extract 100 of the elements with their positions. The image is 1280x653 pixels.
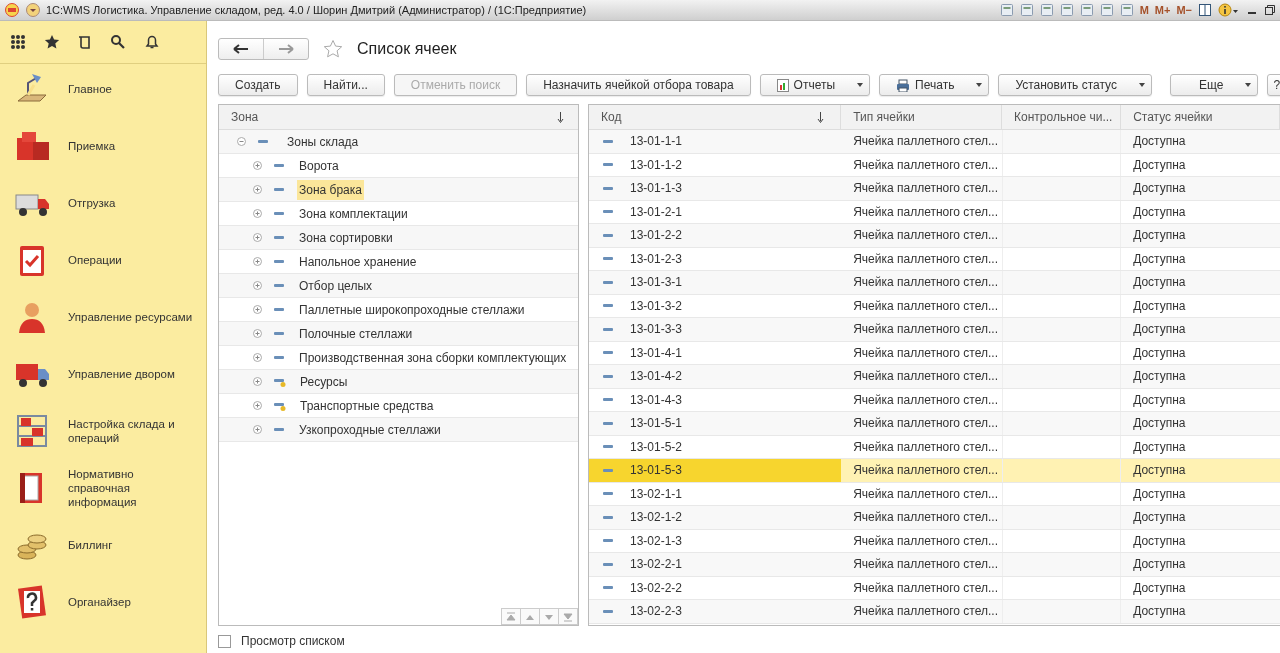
apps-grid-icon[interactable]: [10, 34, 26, 50]
tree-item[interactable]: Транспортные средства: [298, 395, 436, 416]
column-header[interactable]: Статус ячейки: [1133, 110, 1213, 124]
table-cell: 13-02-2-1: [630, 557, 683, 572]
table-cell: Ячейка паллетного стел...: [853, 322, 998, 337]
sidebar-section[interactable]: Операции: [68, 252, 193, 267]
dropdown-caret-icon: [1139, 83, 1145, 87]
expand-icon[interactable]: [253, 329, 262, 338]
table-row[interactable]: 13-01-3-3 Ячейка паллетного стел... Доступна: [589, 318, 1280, 342]
table-cell: 13-01-4-3: [630, 392, 683, 407]
sidebar-section[interactable]: Главное: [68, 81, 193, 96]
window-title: 1С:WMS Логистика. Управление складом, ред. 4.0 / Шорин Дмитрий (Администратор) / (1С:Предприятие): [46, 4, 588, 16]
memory-button[interactable]: M: [1139, 4, 1149, 16]
toolbar-button[interactable]: Назначить ячейкой отбора товара: [526, 74, 751, 96]
record-icon: [274, 329, 285, 338]
bell-icon[interactable]: [144, 34, 160, 50]
sidebar-section[interactable]: Управление двором: [68, 366, 193, 381]
table-row[interactable]: 13-01-4-2 Ячейка паллетного стел... Доступна: [589, 365, 1280, 389]
memory-button[interactable]: M−: [1176, 4, 1192, 16]
expand-icon[interactable]: [253, 305, 262, 314]
favorite-star-icon[interactable]: [323, 38, 343, 59]
tree-item[interactable]: Зона комплектации: [297, 203, 410, 224]
sidebar-section[interactable]: Органайзер: [68, 594, 193, 609]
sidebar-section[interactable]: Приемка: [68, 138, 193, 153]
restore-icon[interactable]: [1264, 3, 1276, 17]
toolbar-button[interactable]: Печать: [879, 74, 990, 96]
tree-item[interactable]: Зона брака: [297, 179, 364, 200]
table-cell: 13-02-1-1: [630, 486, 683, 501]
table-row[interactable]: 13-01-1-1 Ячейка паллетного стел... Доступна: [589, 130, 1280, 154]
tree-item[interactable]: Напольное хранение: [297, 251, 419, 272]
tree-item[interactable]: Паллетные широкопроходные стеллажи: [297, 299, 527, 320]
scroll-bottom-icon[interactable]: [558, 608, 578, 625]
panel-icon[interactable]: [1198, 3, 1212, 17]
toolbar-button[interactable]: ?: [1267, 74, 1280, 96]
info-icon[interactable]: [1218, 3, 1240, 17]
sidebar-section[interactable]: Управление ресурсами: [68, 309, 193, 324]
expand-icon[interactable]: [253, 353, 262, 362]
expand-icon[interactable]: [253, 401, 262, 410]
toolbar-button[interactable]: Найти...: [306, 74, 385, 96]
table-cell: Ячейка паллетного стел...: [853, 392, 998, 407]
table-row[interactable]: 13-01-1-3 Ячейка паллетного стел... Доступна: [589, 177, 1280, 201]
table-row[interactable]: 13-01-3-1 Ячейка паллетного стел... Доступна: [589, 271, 1280, 295]
expand-icon[interactable]: [253, 233, 262, 242]
toolbar-button[interactable]: Установить статус: [998, 74, 1152, 96]
table-row[interactable]: 13-01-5-3 Ячейка паллетного стел... Доступна: [589, 459, 1280, 483]
column-header[interactable]: Контрольное чи...: [1014, 110, 1113, 124]
table-row[interactable]: 13-01-2-2 Ячейка паллетного стел... Доступна: [589, 224, 1280, 248]
table-cell: Ячейка паллетного стел...: [853, 439, 998, 454]
table-cell: Доступна: [1133, 416, 1186, 431]
table-cell: Ячейка паллетного стел...: [853, 157, 998, 172]
table-cell: Доступна: [1133, 251, 1186, 266]
tree-item[interactable]: Ворота: [297, 155, 341, 176]
sidebar-section[interactable]: Нормативно справочная информация: [68, 466, 193, 509]
expand-icon[interactable]: [253, 161, 262, 170]
table-row[interactable]: 13-02-2-3 Ячейка паллетного стел... Доступна: [589, 600, 1280, 624]
table-cell: Доступна: [1133, 392, 1186, 407]
collapse-icon[interactable]: [237, 137, 246, 146]
record-icon: [274, 161, 285, 170]
table-cell: 13-01-2-2: [630, 228, 683, 243]
scroll-down-icon[interactable]: [539, 608, 559, 625]
tree-item[interactable]: Зоны склада: [285, 131, 361, 152]
column-header[interactable]: Тип ячейки: [853, 110, 915, 124]
column-header[interactable]: Код: [601, 110, 622, 124]
table-cell: Доступна: [1133, 439, 1186, 454]
menu-dropdown-icon[interactable]: [26, 3, 40, 17]
table-row[interactable]: 13-02-2-1 Ячейка паллетного стел... Доступна: [589, 553, 1280, 577]
expand-icon[interactable]: [253, 281, 262, 290]
sidebar-section[interactable]: Отгрузка: [68, 195, 193, 210]
record-icon: [274, 233, 285, 242]
memory-button[interactable]: M+: [1154, 4, 1171, 16]
column-header[interactable]: Зона: [231, 110, 259, 124]
search-icon[interactable]: [110, 34, 126, 50]
expand-icon[interactable]: [253, 257, 262, 266]
scroll-up-icon[interactable]: [520, 608, 540, 625]
table-row[interactable]: 13-02-1-2 Ячейка паллетного стел... Доступна: [589, 506, 1280, 530]
table-cell: Ячейка паллетного стел...: [853, 204, 998, 219]
expand-icon[interactable]: [253, 209, 262, 218]
table-cell: Доступна: [1133, 157, 1186, 172]
table-cell: 13-01-2-1: [630, 204, 683, 219]
record-icon: [274, 400, 286, 411]
expand-icon[interactable]: [253, 185, 262, 194]
expand-icon[interactable]: [253, 425, 262, 434]
table-row[interactable]: 13-01-5-1 Ячейка паллетного стел... Доступна: [589, 412, 1280, 436]
toolbar-button[interactable]: Отчеты: [759, 74, 871, 96]
toolbar-button[interactable]: Создать: [218, 74, 298, 96]
checkbox-label: Просмотр списком: [241, 634, 345, 648]
scroll-top-icon[interactable]: [501, 608, 521, 625]
sidebar-section[interactable]: Настройка склада и операций: [68, 416, 193, 445]
sidebar-section[interactable]: Биллинг: [68, 537, 193, 552]
table-cell: 13-02-2-2: [630, 580, 683, 595]
toolbar-button[interactable]: Еще: [1170, 74, 1259, 96]
tree-item[interactable]: Отбор целых: [297, 275, 375, 296]
tree-item[interactable]: Производственная зона сборки комплектующих: [297, 347, 569, 368]
expand-icon[interactable]: [253, 377, 262, 386]
tree-item[interactable]: Ресурсы: [298, 371, 350, 392]
star-icon[interactable]: [44, 34, 60, 50]
table-cell: Ячейка паллетного стел...: [853, 416, 998, 431]
checkbox[interactable]: [218, 634, 231, 648]
table-cell: 13-01-5-1: [630, 416, 683, 431]
sort-arrow-icon: [817, 111, 825, 123]
